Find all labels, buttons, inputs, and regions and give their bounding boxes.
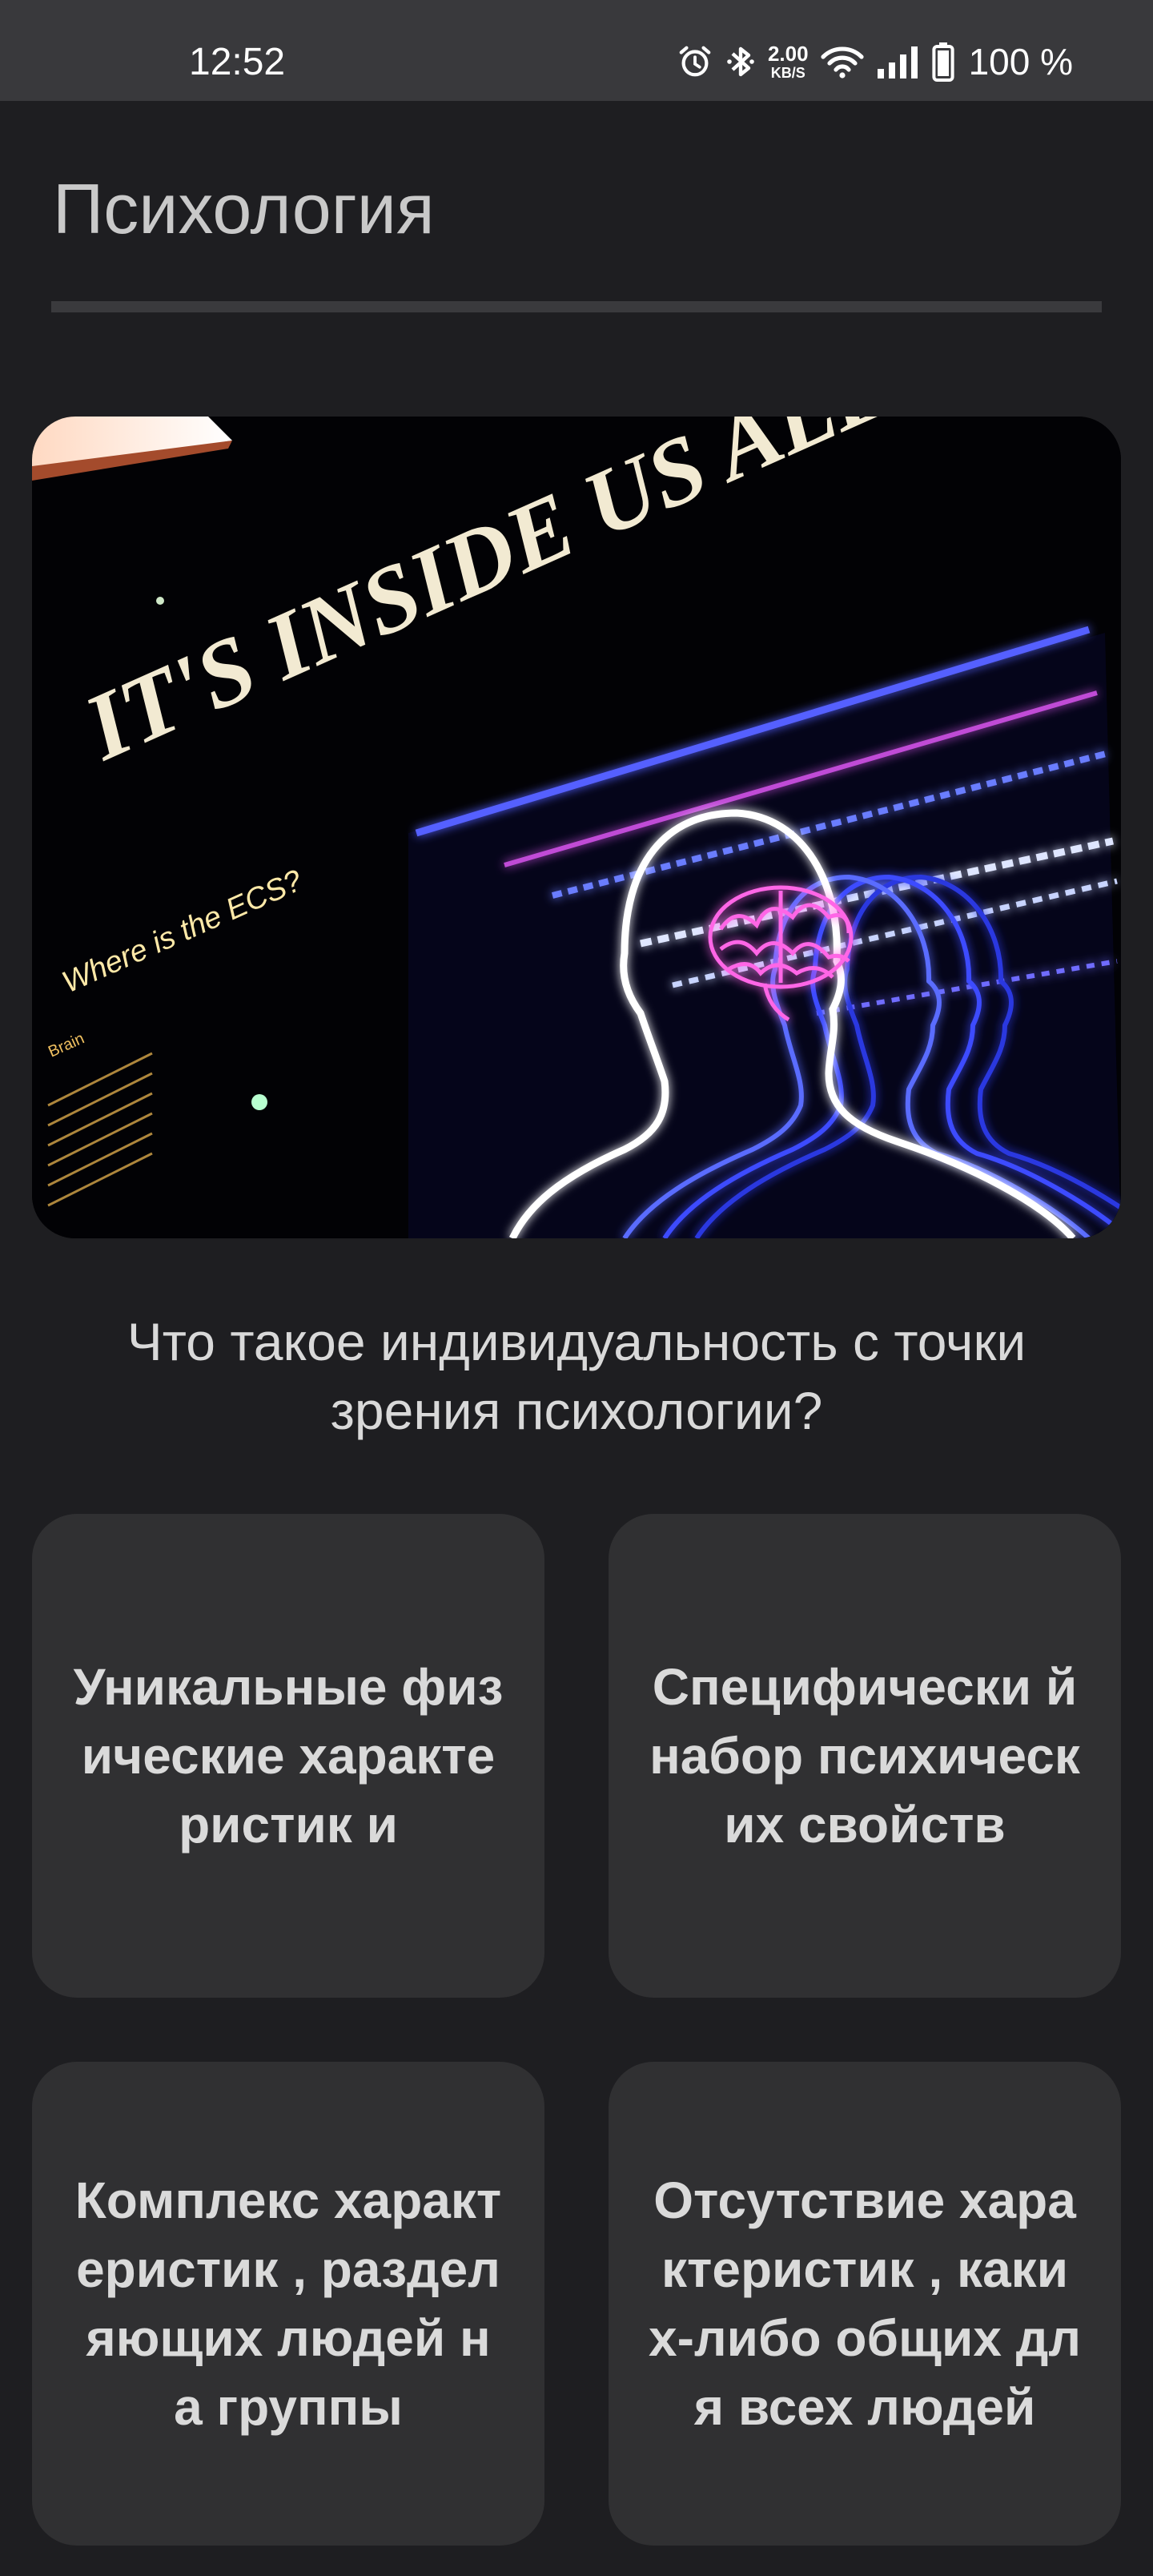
answer-option-label: Специфически й набор психических свойств bbox=[649, 1658, 1080, 1854]
question-text: Что такое индивидуальность с точки зрени… bbox=[127, 1312, 1026, 1440]
net-speed: 2.00 KB/S bbox=[768, 43, 809, 80]
answer-option-label: Уникальные физические характеристик и bbox=[73, 1658, 504, 1854]
answer-option-3[interactable]: Комплекс характеристик , разделяющих люд… bbox=[32, 2062, 544, 2546]
answer-option-1[interactable]: Уникальные физические характеристик и bbox=[32, 1514, 544, 1998]
battery-icon bbox=[931, 42, 954, 82]
alarm-icon bbox=[677, 43, 713, 80]
status-bar: 12:52 2.00 KB/S 100 % bbox=[0, 0, 1153, 101]
answer-option-label: Комплекс характеристик , разделяющих люд… bbox=[74, 2171, 502, 2436]
wifi-icon bbox=[820, 43, 865, 80]
battery-percentage: 100 % bbox=[968, 41, 1073, 83]
page-title: Психология bbox=[53, 169, 435, 248]
net-speed-value: 2.00 bbox=[767, 42, 809, 66]
question-image: IT'S INSIDE US ALL Where is the ECS? Bra… bbox=[32, 417, 1121, 1238]
status-icons: 2.00 KB/S 100 % bbox=[677, 41, 1073, 83]
net-speed-unit: KB/S bbox=[770, 65, 805, 81]
status-time: 12:52 bbox=[189, 41, 286, 83]
header-divider bbox=[51, 301, 1102, 312]
answer-option-4[interactable]: Отсутствие характеристик , каких-либо об… bbox=[609, 2062, 1121, 2546]
answer-option-2[interactable]: Специфически й набор психических свойств bbox=[609, 1514, 1121, 1998]
signal-icon bbox=[876, 45, 921, 78]
answer-option-label: Отсутствие характеристик , каких-либо об… bbox=[649, 2171, 1081, 2436]
bluetooth-icon bbox=[725, 42, 757, 81]
